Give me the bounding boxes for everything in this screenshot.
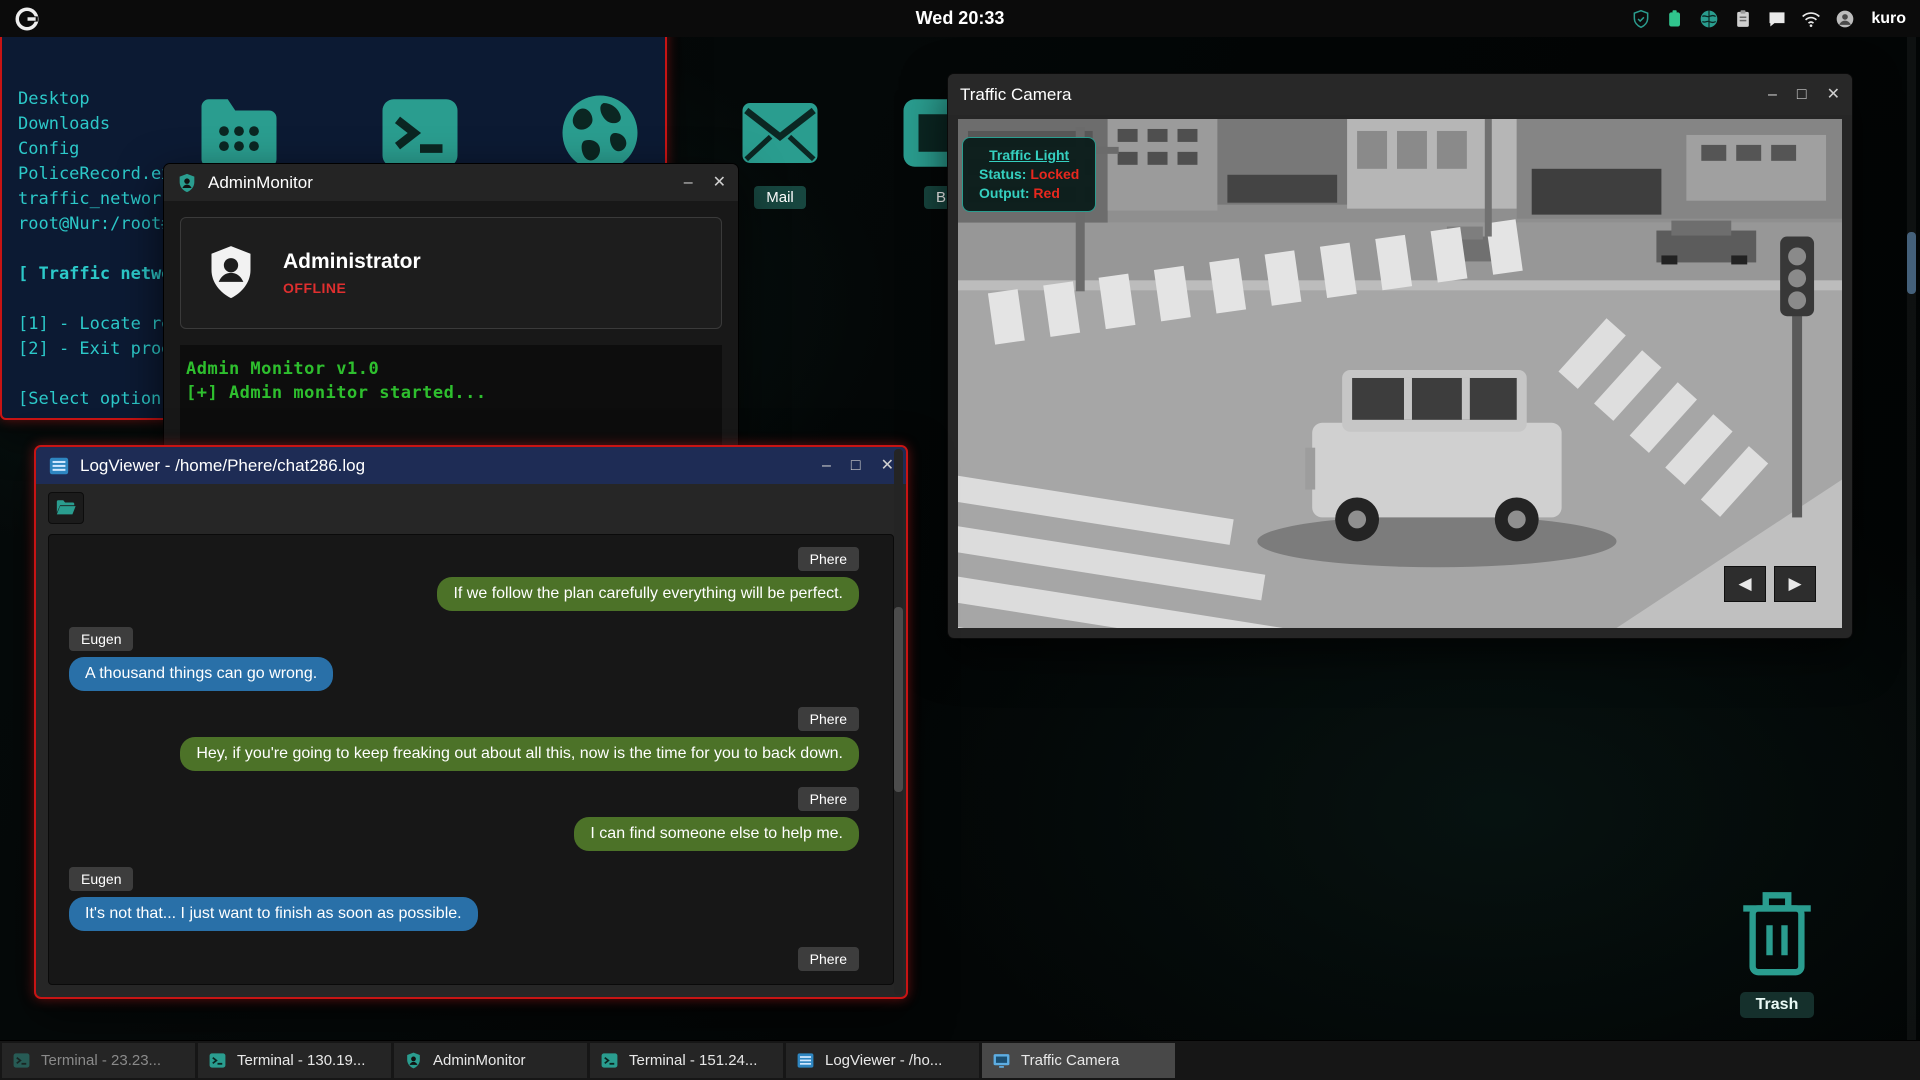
sender-tag: Phere — [798, 707, 859, 731]
admin-profile-card: Administrator OFFLINE — [180, 217, 722, 329]
log-viewer-icon — [48, 455, 70, 477]
close-button[interactable]: ✕ — [1827, 87, 1840, 103]
shield-icon — [404, 1051, 423, 1070]
battery-icon[interactable] — [1665, 9, 1685, 29]
sender-tag: Phere — [798, 787, 859, 811]
chat-bubble: I can find someone else to help me. — [574, 817, 859, 851]
taskbar-item-terminal-2[interactable]: Terminal - 130.19... — [198, 1043, 391, 1078]
camera-window-icon — [992, 1051, 1011, 1070]
chat-message: Eugen It's not that... I just want to fi… — [69, 867, 873, 931]
wifi-icon[interactable] — [1801, 9, 1821, 29]
system-tray: kuro — [1631, 9, 1906, 29]
admin-monitor-titlebar[interactable]: AdminMonitor – ✕ — [164, 164, 738, 201]
admin-output-line: Admin Monitor v1.0 — [186, 357, 716, 381]
trash-label: Trash — [1740, 992, 1815, 1018]
sender-tag: Eugen — [69, 867, 133, 891]
open-file-button[interactable] — [48, 492, 84, 524]
traffic-camera-titlebar[interactable]: Traffic Camera – □ ✕ — [948, 74, 1852, 115]
terminal-line: Desktop — [18, 87, 639, 112]
admin-name: Administrator — [283, 250, 421, 274]
output-value: Red — [1033, 185, 1059, 201]
camera-prev-button[interactable]: ◀ — [1724, 566, 1766, 602]
trash-icon — [1732, 884, 1822, 982]
chat-message: Phere Hey, if you're going to keep freak… — [69, 707, 873, 771]
camera-next-button[interactable]: ▶ — [1774, 566, 1816, 602]
minimize-button[interactable]: – — [684, 175, 693, 191]
output-label: Output: — [979, 185, 1030, 201]
chat-bubble: It's not that... I just want to finish a… — [69, 897, 478, 931]
maximize-button[interactable]: □ — [851, 458, 861, 474]
desktop-icon-label: Mail — [754, 186, 806, 209]
logviewer-icon — [796, 1051, 815, 1070]
taskbar-item-label: Traffic Camera — [1021, 1052, 1119, 1069]
admin-status: OFFLINE — [283, 280, 421, 296]
sender-tag: Phere — [798, 947, 859, 971]
desktop-icon-mail[interactable]: Mail — [735, 88, 825, 209]
chat-message: Phere I can find someone else to help me… — [69, 787, 873, 851]
minimize-button[interactable]: – — [822, 458, 831, 474]
window-title: LogViewer - /home/Phere/chat286.log — [80, 456, 365, 476]
chat-scrollbar-thumb[interactable] — [894, 607, 903, 792]
top-bar: Wed 20:33 kuro — [0, 0, 1920, 37]
terminal-icon — [208, 1051, 227, 1070]
taskbar-item-adminmonitor[interactable]: AdminMonitor — [394, 1043, 587, 1078]
network-globe-icon[interactable] — [1699, 9, 1719, 29]
taskbar-item-terminal-1[interactable]: Terminal - 23.23... — [2, 1043, 195, 1078]
close-button[interactable]: ✕ — [881, 458, 894, 474]
log-viewer-window: LogViewer - /home/Phere/chat286.log – □ … — [34, 445, 908, 999]
taskbar-item-label: AdminMonitor — [433, 1052, 526, 1069]
mail-icon — [735, 88, 825, 178]
chat-message: Phere If we follow the plan carefully ev… — [69, 547, 873, 611]
chat-log: Phere If we follow the plan carefully ev… — [48, 534, 894, 985]
log-viewer-toolbar — [36, 484, 906, 532]
folder-open-icon — [55, 497, 77, 519]
taskbar-item-label: LogViewer - /ho... — [825, 1052, 942, 1069]
traffic-camera-window: Traffic Camera – □ ✕ — [947, 73, 1853, 639]
terminal-icon — [600, 1051, 619, 1070]
window-title: Traffic Camera — [960, 85, 1071, 105]
shield-icon — [176, 172, 198, 194]
clipboard-icon[interactable] — [1733, 9, 1753, 29]
chat-message: Phere — [69, 947, 873, 971]
window-title: AdminMonitor — [208, 173, 313, 193]
minimize-button[interactable]: – — [1768, 87, 1777, 103]
taskbar-item-traffic-camera[interactable]: Traffic Camera — [982, 1043, 1175, 1078]
maximize-button[interactable]: □ — [1797, 87, 1807, 103]
admin-avatar-icon — [205, 244, 257, 302]
terminal-line: Downloads — [18, 112, 639, 137]
status-label: Status: — [979, 166, 1026, 182]
chat-scrollbar[interactable] — [894, 449, 903, 995]
chat-bubble: Hey, if you're going to keep freaking ou… — [180, 737, 859, 771]
chat-message: Eugen A thousand things can go wrong. — [69, 627, 873, 691]
log-viewer-titlebar[interactable]: LogViewer - /home/Phere/chat286.log – □ … — [36, 447, 906, 484]
terminal-scrollbar[interactable] — [1907, 4, 1916, 1076]
sender-tag: Eugen — [69, 627, 133, 651]
sender-tag: Phere — [798, 547, 859, 571]
close-button[interactable]: ✕ — [713, 175, 726, 191]
taskbar-item-terminal-3[interactable]: Terminal - 151.24... — [590, 1043, 783, 1078]
chat-bubble: If we follow the plan carefully everythi… — [437, 577, 859, 611]
camera-viewport: Traffic Light Status: Locked Output: Red… — [958, 119, 1842, 628]
status-value: Locked — [1030, 166, 1079, 182]
chat-bubble: A thousand things can go wrong. — [69, 657, 333, 691]
taskbar-item-label: Terminal - 130.19... — [237, 1052, 365, 1069]
user-avatar-icon[interactable] — [1835, 9, 1855, 29]
traffic-light-tooltip: Traffic Light Status: Locked Output: Red — [962, 137, 1096, 212]
terminal-scrollbar-thumb[interactable] — [1907, 232, 1916, 294]
terminal-line: Config — [18, 137, 639, 162]
taskbar-item-label: Terminal - 151.24... — [629, 1052, 757, 1069]
chat-icon[interactable] — [1767, 9, 1787, 29]
trash[interactable]: Trash — [1732, 884, 1822, 1018]
traffic-light-link[interactable]: Traffic Light — [979, 146, 1079, 165]
taskbar-item-logviewer[interactable]: LogViewer - /ho... — [786, 1043, 979, 1078]
admin-output-line: [+] Admin monitor started... — [186, 381, 716, 405]
shield-status-icon[interactable] — [1631, 9, 1651, 29]
terminal-icon — [12, 1051, 31, 1070]
taskbar-item-label: Terminal - 23.23... — [41, 1052, 161, 1069]
taskbar: Terminal - 23.23... Terminal - 130.19...… — [0, 1040, 1920, 1080]
username: kuro — [1871, 10, 1906, 28]
